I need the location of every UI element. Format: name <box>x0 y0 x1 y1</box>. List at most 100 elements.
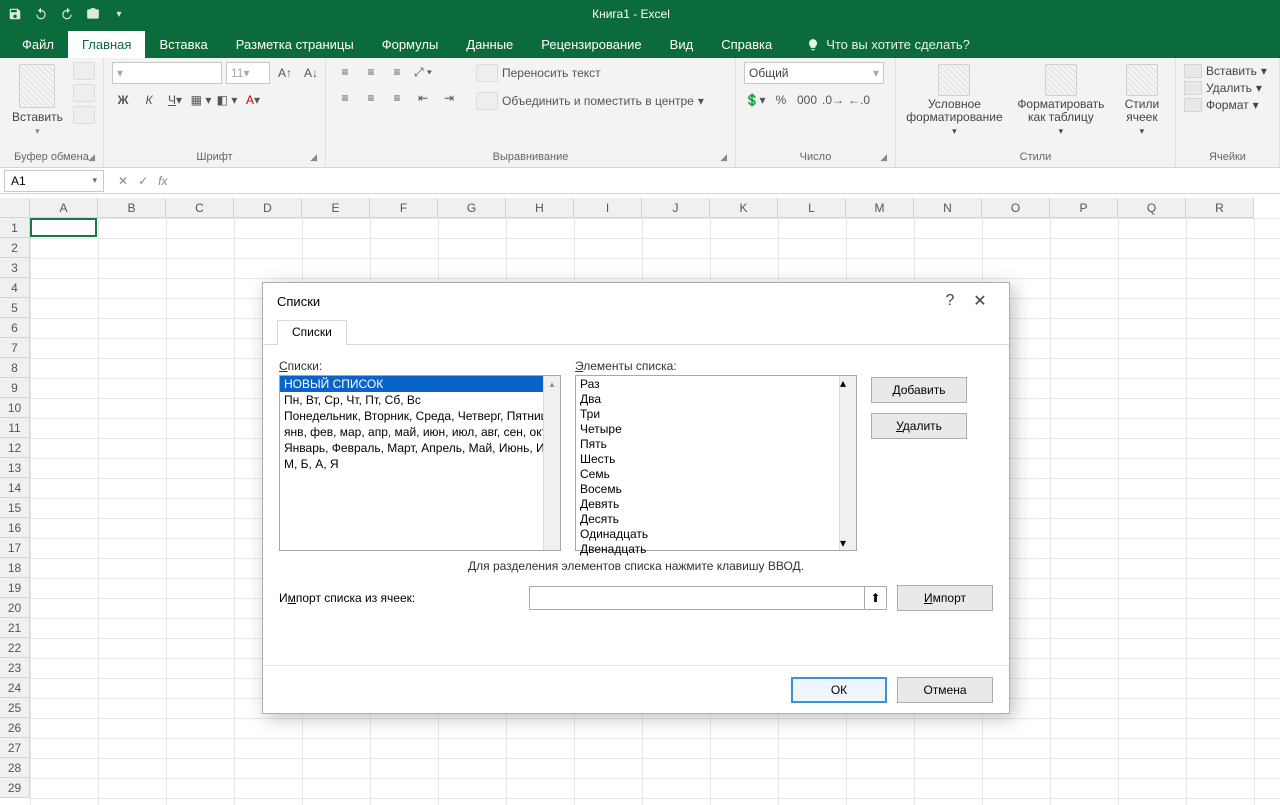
row-header[interactable]: 9 <box>0 378 30 398</box>
row-header[interactable]: 12 <box>0 438 30 458</box>
list-item[interactable]: Пн, Вт, Ср, Чт, Пт, Сб, Вс <box>280 392 560 408</box>
decrease-indent-icon[interactable]: ⇤ <box>412 88 434 108</box>
column-header[interactable]: L <box>778 198 846 218</box>
column-header[interactable]: J <box>642 198 710 218</box>
column-header[interactable]: C <box>166 198 234 218</box>
row-header[interactable]: 19 <box>0 578 30 598</box>
align-middle-icon[interactable]: ≡ <box>360 62 382 82</box>
column-header[interactable]: G <box>438 198 506 218</box>
tab-view[interactable]: Вид <box>656 31 708 58</box>
row-header[interactable]: 23 <box>0 658 30 678</box>
align-left-icon[interactable]: ≡ <box>334 88 356 108</box>
font-size-combo[interactable]: 11 ▾ <box>226 62 270 84</box>
dialog-launcher-icon[interactable]: ◢ <box>880 152 887 163</box>
italic-button[interactable]: К <box>138 90 160 110</box>
row-header[interactable]: 4 <box>0 278 30 298</box>
insert-cells-button[interactable]: Вставить ▾ <box>1184 64 1267 78</box>
column-header[interactable]: B <box>98 198 166 218</box>
format-as-table-button[interactable]: Форматировать как таблицу▾ <box>1011 62 1111 139</box>
dialog-launcher-icon[interactable]: ◢ <box>88 152 95 163</box>
conditional-formatting-button[interactable]: Условное форматирование▾ <box>904 62 1005 139</box>
range-picker-icon[interactable]: ⬆ <box>865 586 887 610</box>
row-header[interactable]: 21 <box>0 618 30 638</box>
cell-styles-button[interactable]: Стили ячеек▾ <box>1117 62 1167 139</box>
row-header[interactable]: 15 <box>0 498 30 518</box>
wrap-text-button[interactable]: Переносить текст <box>476 62 704 84</box>
scrollbar[interactable]: ▴ <box>543 376 560 550</box>
bold-button[interactable]: Ж <box>112 90 134 110</box>
dialog-launcher-icon[interactable]: ◢ <box>310 152 317 163</box>
decrease-decimal-icon[interactable]: ←.0 <box>848 90 870 110</box>
scrollbar[interactable]: ▴▾ <box>839 376 856 550</box>
decrease-font-icon[interactable]: A↓ <box>300 63 322 83</box>
align-right-icon[interactable]: ≡ <box>386 88 408 108</box>
undo-icon[interactable] <box>32 5 50 23</box>
tell-me-search[interactable]: Что вы хотите сделать? <box>806 37 970 58</box>
font-color-button[interactable]: A ▾ <box>242 90 264 110</box>
row-header[interactable]: 29 <box>0 778 30 798</box>
tab-formulas[interactable]: Формулы <box>368 31 453 58</box>
tab-help[interactable]: Справка <box>707 31 786 58</box>
row-header[interactable]: 10 <box>0 398 30 418</box>
list-item[interactable]: М, Б, А, Я <box>280 456 560 472</box>
row-header[interactable]: 6 <box>0 318 30 338</box>
column-header[interactable]: F <box>370 198 438 218</box>
copy-icon[interactable] <box>73 84 95 102</box>
list-item[interactable]: Понедельник, Вторник, Среда, Четверг, Пя… <box>280 408 560 424</box>
align-top-icon[interactable]: ≡ <box>334 62 356 82</box>
ok-button[interactable]: ОК <box>791 677 887 703</box>
column-header[interactable]: E <box>302 198 370 218</box>
custom-lists-listbox[interactable]: НОВЫЙ СПИСОКПн, Вт, Ср, Чт, Пт, Сб, ВсПо… <box>279 375 561 551</box>
column-header[interactable]: P <box>1050 198 1118 218</box>
column-header[interactable]: M <box>846 198 914 218</box>
increase-indent-icon[interactable]: ⇥ <box>438 88 460 108</box>
underline-button[interactable]: Ч ▾ <box>164 90 186 110</box>
format-painter-icon[interactable] <box>73 106 95 124</box>
align-center-icon[interactable]: ≡ <box>360 88 382 108</box>
column-header[interactable]: K <box>710 198 778 218</box>
column-header[interactable]: O <box>982 198 1050 218</box>
help-button[interactable]: ? <box>935 292 965 310</box>
import-button[interactable]: Импорт <box>897 585 993 611</box>
percent-icon[interactable]: % <box>770 90 792 110</box>
row-header[interactable]: 18 <box>0 558 30 578</box>
format-cells-button[interactable]: Формат ▾ <box>1184 98 1259 112</box>
row-header[interactable]: 5 <box>0 298 30 318</box>
tab-file[interactable]: Файл <box>8 31 68 58</box>
tab-home[interactable]: Главная <box>68 31 145 58</box>
row-header[interactable]: 17 <box>0 538 30 558</box>
save-icon[interactable] <box>6 5 24 23</box>
align-bottom-icon[interactable]: ≡ <box>386 62 408 82</box>
column-header[interactable]: A <box>30 198 98 218</box>
dialog-tab-lists[interactable]: Списки <box>277 320 347 345</box>
column-header[interactable]: Q <box>1118 198 1186 218</box>
camera-icon[interactable] <box>84 5 102 23</box>
import-range-input[interactable] <box>529 586 865 610</box>
row-header[interactable]: 13 <box>0 458 30 478</box>
tab-page-layout[interactable]: Разметка страницы <box>222 31 368 58</box>
row-header[interactable]: 7 <box>0 338 30 358</box>
add-button[interactable]: Добавить <box>871 377 967 403</box>
fill-color-button[interactable]: ◧ ▾ <box>216 90 238 110</box>
active-cell[interactable] <box>30 218 97 237</box>
merge-center-button[interactable]: Объединить и поместить в центре ▾ <box>476 90 704 112</box>
list-item[interactable]: янв, фев, мар, апр, май, июн, июл, авг, … <box>280 424 560 440</box>
tab-data[interactable]: Данные <box>452 31 527 58</box>
cancel-button[interactable]: Отмена <box>897 677 993 703</box>
row-header[interactable]: 27 <box>0 738 30 758</box>
delete-cells-button[interactable]: Удалить ▾ <box>1184 81 1262 95</box>
currency-icon[interactable]: 💲▾ <box>744 90 766 110</box>
tab-review[interactable]: Рецензирование <box>527 31 655 58</box>
increase-font-icon[interactable]: A↑ <box>274 63 296 83</box>
paste-button[interactable]: Вставить ▾ <box>8 62 67 139</box>
delete-button[interactable]: Удалить <box>871 413 967 439</box>
list-entries-textbox[interactable]: Раз Два Три Четыре Пять Шесть Семь Восем… <box>575 375 857 551</box>
select-all-corner[interactable] <box>0 198 30 218</box>
list-item[interactable]: НОВЫЙ СПИСОК <box>280 376 560 392</box>
column-header[interactable]: R <box>1186 198 1254 218</box>
row-header[interactable]: 16 <box>0 518 30 538</box>
font-name-combo[interactable]: ▾ <box>112 62 222 84</box>
tab-insert[interactable]: Вставка <box>145 31 221 58</box>
row-header[interactable]: 1 <box>0 218 30 238</box>
column-header[interactable]: N <box>914 198 982 218</box>
